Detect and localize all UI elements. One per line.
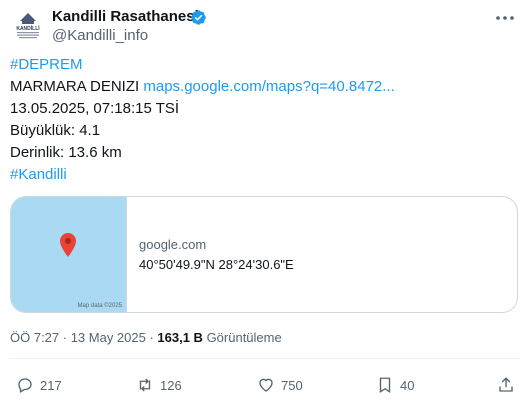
tweet-timestamp[interactable]: ÖÖ 7:27 · 13 May 2025 · bbox=[10, 330, 157, 345]
location-line: MARMARA DENIZI maps.google.com/maps?q=40… bbox=[10, 77, 395, 97]
bookmark-count: 40 bbox=[400, 377, 415, 393]
views-count: 163,1 B bbox=[157, 330, 203, 345]
more-options-icon[interactable] bbox=[493, 8, 517, 28]
share-button[interactable] bbox=[497, 375, 521, 395]
card-domain: google.com bbox=[139, 237, 207, 252]
hashtag-deprem[interactable]: #DEPREM bbox=[10, 55, 83, 75]
datetime-line: 13.05.2025, 07:18:15 TSİ bbox=[10, 100, 180, 117]
hashtag-kandilli[interactable]: #Kandilli bbox=[10, 165, 67, 185]
heart-icon bbox=[259, 378, 273, 392]
divider bbox=[10, 358, 520, 359]
share-icon bbox=[499, 377, 513, 392]
views-label: Görüntüleme bbox=[202, 330, 282, 345]
location-text: MARMARA DENIZI bbox=[10, 78, 144, 95]
map-link[interactable]: maps.google.com/maps?q=40.8472... bbox=[143, 78, 394, 95]
link-preview-card[interactable]: Map data ©2025 google.com 40°50'49.9"N 2… bbox=[10, 196, 518, 313]
map-credit: Map data ©2025 bbox=[77, 303, 122, 309]
repost-icon bbox=[139, 378, 151, 392]
verified-badge-icon bbox=[191, 10, 206, 25]
like-button[interactable]: 750 bbox=[257, 375, 303, 395]
reply-count: 217 bbox=[40, 377, 62, 393]
depth-line: Derinlik: 13.6 km bbox=[10, 144, 122, 161]
tweet-meta: ÖÖ 7:27 · 13 May 2025 · 163,1 B Görüntül… bbox=[10, 330, 282, 345]
author-handle[interactable]: @Kandilli_info bbox=[52, 27, 148, 45]
like-count: 750 bbox=[281, 377, 303, 393]
reply-icon bbox=[18, 378, 32, 393]
card-coordinates: 40°50'49.9"N 28°24'30.6"E bbox=[139, 257, 294, 272]
author-name[interactable]: Kandilli Rasathanesi bbox=[52, 8, 199, 26]
map-thumbnail: Map data ©2025 bbox=[11, 197, 127, 312]
repost-count: 126 bbox=[160, 377, 182, 393]
avatar-logo-text: KANDİLLİ bbox=[16, 25, 40, 32]
magnitude-line: Büyüklük: 4.1 bbox=[10, 122, 101, 139]
bookmark-icon bbox=[379, 377, 391, 394]
map-pin-icon bbox=[60, 233, 76, 257]
repost-button[interactable]: 126 bbox=[136, 375, 182, 395]
bookmark-button[interactable]: 40 bbox=[376, 375, 414, 395]
avatar[interactable]: KANDİLLİ bbox=[10, 9, 46, 45]
reply-button[interactable]: 217 bbox=[16, 375, 62, 395]
